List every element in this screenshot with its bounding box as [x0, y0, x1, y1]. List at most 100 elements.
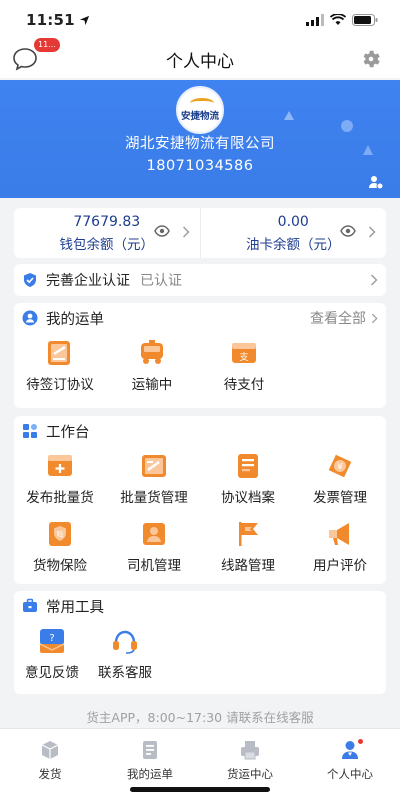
driver-icon: [143, 523, 165, 545]
route-flag-icon: [239, 522, 258, 546]
view-all-orders-link[interactable]: 查看全部: [310, 308, 366, 328]
common-tools-section: 常用工具 ? 意见反馈 联系客服: [14, 591, 386, 694]
wallet-balance-label: 钱包余额（元）: [59, 236, 155, 253]
tool-item-label: 联系客服: [98, 665, 152, 681]
tab-personal-center[interactable]: 个人中心: [300, 729, 400, 800]
common-tools-header: 常用工具: [14, 591, 386, 621]
chevron-right-icon: [369, 226, 376, 238]
my-orders-section: 我的运单 查看全部 待签订协议 运输中 支 待支付: [14, 303, 386, 408]
signal-icon: [306, 14, 324, 26]
workbench-section: 工作台 发布批量货 批量货管理 协议档案 ¥ 发票管理 险 货物保险 司机管理 …: [14, 416, 386, 584]
user-circle-icon: [22, 310, 38, 326]
order-pending-agreement[interactable]: 待签订协议: [16, 339, 104, 393]
workbench-item-label: 司机管理: [127, 558, 181, 574]
workbench-item-label: 货物保险: [33, 558, 87, 574]
workbench-item-label: 发布批量货: [26, 490, 94, 506]
company-phone: 18071034586: [146, 158, 254, 174]
chevron-right-icon: [182, 226, 189, 238]
page-title: 个人中心: [166, 51, 234, 72]
printer-icon: [241, 741, 259, 760]
workbench-invoice[interactable]: ¥ 发票管理: [296, 452, 384, 506]
battery-icon: [352, 14, 378, 26]
switch-account-button[interactable]: [368, 174, 384, 190]
company-logo: 安捷物流: [176, 86, 224, 134]
eye-icon[interactable]: [340, 224, 356, 238]
svg-text:?: ?: [49, 633, 54, 644]
order-in-transit[interactable]: 运输中: [108, 339, 196, 393]
profile-banner: 安捷物流 湖北安捷物流有限公司 18071034586: [0, 80, 400, 198]
eye-icon[interactable]: [153, 224, 170, 238]
order-item-label: 运输中: [131, 377, 173, 393]
notification-dot: [358, 739, 363, 744]
status-time: 11:51: [26, 11, 75, 29]
status-bar: 11:51: [0, 0, 400, 40]
wallet-balance-value: 77679.83: [73, 213, 141, 230]
chevron-right-icon: [371, 313, 378, 324]
headset-icon: [113, 630, 137, 654]
logo-swoosh-icon: [190, 98, 214, 108]
order-item-label: 待支付: [223, 377, 265, 393]
workbench-driver-manage[interactable]: 司机管理: [110, 520, 198, 574]
home-indicator: [130, 787, 270, 792]
workbench-title: 工作台: [46, 424, 90, 441]
tab-label: 货运中心: [227, 767, 273, 781]
service-hours-note: 货主APP，8:00~17:30 请联系在线客服: [86, 710, 314, 725]
order-pending-payment[interactable]: 支 待支付: [200, 339, 288, 393]
decorative-bubble-icon: [284, 111, 294, 120]
feedback-icon: ?: [39, 629, 65, 653]
workbench-publish-cargo[interactable]: 发布批量货: [16, 452, 104, 506]
invoice-icon: ¥: [328, 454, 352, 478]
truck-icon: [141, 340, 163, 364]
workbench-cargo-manage[interactable]: 批量货管理: [110, 452, 198, 506]
fuel-card-balance[interactable]: 0.00 油卡余额（元）: [199, 208, 387, 258]
tab-label: 我的运单: [127, 767, 173, 781]
settings-button[interactable]: [360, 48, 382, 70]
balance-card: 77679.83 钱包余额（元） 0.00 油卡余额（元）: [14, 208, 386, 258]
nav-bar: 11... 个人中心: [0, 38, 400, 78]
workbench-item-label: 批量货管理: [120, 490, 188, 506]
grid-apps-icon: [23, 424, 37, 438]
chat-bubble-icon: [13, 48, 37, 71]
workbench-route-manage[interactable]: 线路管理: [204, 520, 292, 574]
bottom-tab-bar: 发货 我的运单 货运中心 个人中心: [0, 728, 400, 800]
certification-title: 完善企业认证: [46, 273, 130, 289]
tool-customer-service[interactable]: 联系客服: [81, 627, 169, 681]
workbench-item-label: 用户评价: [313, 558, 367, 574]
tab-ship[interactable]: 发货: [0, 729, 100, 800]
workbench-item-label: 协议档案: [221, 490, 275, 506]
my-orders-title: 我的运单: [46, 311, 104, 328]
fuel-balance-value: 0.00: [277, 213, 309, 230]
common-tools-title: 常用工具: [46, 599, 104, 616]
svg-text:险: 险: [57, 530, 64, 539]
svg-text:¥: ¥: [337, 463, 343, 473]
location-arrow-icon: [79, 15, 89, 25]
fuel-balance-label: 油卡余额（元）: [246, 236, 341, 253]
wallet-balance[interactable]: 77679.83 钱包余额（元）: [14, 208, 200, 258]
gear-icon: [363, 50, 380, 68]
tab-label: 发货: [38, 767, 62, 781]
toolbox-icon: [23, 598, 37, 612]
enterprise-certification-row[interactable]: 完善企业认证 已认证: [14, 264, 386, 296]
order-item-label: 待签订协议: [26, 377, 94, 393]
workbench-insurance[interactable]: 险 货物保险: [16, 520, 104, 574]
workbench-header: 工作台: [14, 416, 386, 446]
insurance-icon: 险: [49, 522, 71, 546]
shield-check-icon: [24, 273, 36, 287]
workbench-user-reviews[interactable]: 用户评价: [296, 520, 384, 574]
wifi-icon: [330, 14, 346, 25]
workbench-agreement-archive[interactable]: 协议档案: [204, 452, 292, 506]
order-doc-icon: [143, 741, 157, 759]
cargo-manage-icon: [142, 455, 166, 477]
messages-button[interactable]: [12, 46, 38, 72]
workbench-item-label: 线路管理: [221, 558, 275, 574]
company-name: 湖北安捷物流有限公司: [125, 136, 275, 152]
workbench-item-label: 发票管理: [313, 490, 367, 506]
tab-label: 个人中心: [327, 767, 373, 781]
chevron-right-icon: [371, 274, 378, 286]
company-logo-text: 安捷物流: [180, 111, 219, 122]
megaphone-icon: [329, 523, 349, 545]
box-icon: [41, 741, 59, 759]
my-orders-header: 我的运单 查看全部: [14, 303, 386, 333]
publish-cargo-icon: [48, 455, 72, 476]
certification-status: 已认证: [140, 273, 182, 289]
